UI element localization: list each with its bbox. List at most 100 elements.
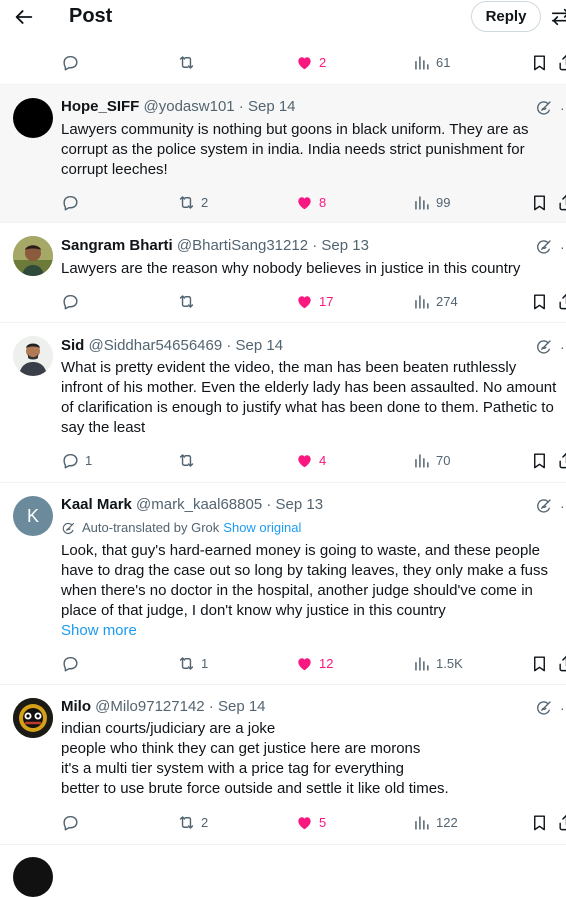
display-name[interactable]: Sid bbox=[61, 337, 84, 354]
avatar[interactable] bbox=[13, 698, 53, 738]
display-name[interactable]: Sangram Bharti bbox=[61, 237, 173, 254]
views-action[interactable]: 1.5K bbox=[412, 653, 463, 673]
tweet-date[interactable]: Sep 14 bbox=[248, 98, 296, 115]
avatar[interactable]: K bbox=[13, 496, 53, 536]
reply-action[interactable]: 1 bbox=[61, 450, 92, 470]
views-action[interactable]: 274 bbox=[412, 291, 458, 311]
more-icon[interactable]: · bbox=[560, 240, 566, 254]
repost-action[interactable] bbox=[177, 291, 196, 311]
share-action[interactable] bbox=[557, 653, 566, 673]
grok-icon[interactable] bbox=[535, 238, 553, 256]
display-name[interactable]: Hope_SIFF bbox=[61, 98, 139, 115]
avatar[interactable] bbox=[13, 857, 53, 897]
like-action[interactable]: 4 bbox=[295, 450, 326, 470]
views-action[interactable]: 70 bbox=[412, 450, 450, 470]
tweet-date[interactable]: Sep 14 bbox=[236, 337, 284, 354]
like-action[interactable]: 17 bbox=[295, 291, 333, 311]
like-icon bbox=[295, 53, 314, 72]
avatar[interactable] bbox=[13, 336, 53, 376]
like-action[interactable]: 8 bbox=[295, 192, 326, 212]
reply-tweet-partial[interactable] bbox=[0, 844, 566, 897]
like-count: 12 bbox=[319, 655, 334, 671]
bookmark-icon bbox=[530, 813, 549, 832]
back-arrow-icon[interactable] bbox=[13, 6, 35, 28]
share-action[interactable] bbox=[557, 450, 566, 470]
views-action[interactable]: 99 bbox=[412, 192, 450, 212]
reply-button[interactable]: Reply bbox=[471, 1, 541, 32]
filter-icon[interactable] bbox=[550, 6, 566, 28]
tweet-date[interactable]: Sep 13 bbox=[321, 237, 369, 254]
bookmark-action[interactable] bbox=[530, 52, 549, 72]
tweet-date[interactable]: Sep 14 bbox=[218, 698, 266, 715]
more-icon[interactable]: · bbox=[560, 340, 566, 354]
repost-action[interactable] bbox=[177, 450, 196, 470]
views-action[interactable]: 61 bbox=[412, 52, 450, 72]
show-original-link[interactable]: Show original bbox=[223, 519, 301, 537]
show-more-link[interactable]: Show more bbox=[61, 621, 137, 641]
reply-action[interactable] bbox=[61, 653, 80, 673]
like-action[interactable]: 5 bbox=[295, 812, 326, 832]
grok-icon[interactable] bbox=[535, 99, 553, 117]
repost-icon bbox=[177, 451, 196, 470]
bookmark-action[interactable] bbox=[530, 450, 549, 470]
main-post-actions: 2 61 bbox=[0, 52, 566, 72]
like-action[interactable]: 2 bbox=[295, 52, 326, 72]
user-handle[interactable]: @Siddhar54656469 bbox=[89, 337, 223, 354]
bookmark-icon bbox=[530, 193, 549, 212]
display-name[interactable]: Kaal Mark bbox=[61, 496, 132, 513]
reply-action[interactable] bbox=[61, 291, 80, 311]
views-icon bbox=[412, 654, 431, 673]
share-action[interactable] bbox=[557, 291, 566, 311]
like-action[interactable]: 12 bbox=[295, 653, 333, 673]
like-icon bbox=[295, 193, 314, 212]
display-name[interactable]: Milo bbox=[61, 698, 91, 715]
user-handle[interactable]: @Milo97127142 bbox=[95, 698, 204, 715]
bookmark-action[interactable] bbox=[530, 812, 549, 832]
more-icon[interactable]: · bbox=[560, 701, 566, 715]
repost-action[interactable]: 2 bbox=[177, 812, 208, 832]
like-icon bbox=[295, 813, 314, 832]
reply-action[interactable] bbox=[61, 192, 80, 212]
reply-action[interactable] bbox=[61, 52, 80, 72]
share-icon bbox=[557, 654, 566, 673]
share-icon bbox=[557, 193, 566, 212]
tweet-date[interactable]: Sep 13 bbox=[276, 496, 324, 513]
repost-action[interactable] bbox=[177, 52, 196, 72]
grok-icon[interactable] bbox=[535, 699, 553, 717]
reply-tweet[interactable]: Milo @Milo97127142 · Sep 14 · indian cou… bbox=[0, 684, 566, 845]
user-handle[interactable]: @mark_kaal68805 bbox=[136, 496, 262, 513]
views-count: 122 bbox=[436, 814, 458, 830]
reply-count: 1 bbox=[85, 452, 93, 468]
reply-tweet[interactable]: K Kaal Mark @mark_kaal68805 · Sep 13 · A… bbox=[0, 482, 566, 685]
grok-icon[interactable] bbox=[535, 497, 553, 515]
share-action[interactable] bbox=[557, 52, 566, 72]
more-icon[interactable]: · bbox=[560, 499, 566, 513]
reply-icon bbox=[61, 451, 80, 470]
views-count: 99 bbox=[436, 194, 451, 210]
tweet-header: Sangram Bharti @BhartiSang31212 · Sep 13 bbox=[61, 237, 369, 254]
repost-count: 1 bbox=[201, 655, 209, 671]
bookmark-action[interactable] bbox=[530, 653, 549, 673]
tweet-header: Hope_SIFF @yodasw101 · Sep 14 bbox=[61, 98, 296, 115]
share-action[interactable] bbox=[557, 812, 566, 832]
tweet-text: What is pretty evident the video, the ma… bbox=[61, 359, 557, 436]
more-icon[interactable]: · bbox=[560, 101, 566, 115]
grok-icon[interactable] bbox=[535, 338, 553, 356]
repost-action[interactable]: 2 bbox=[177, 192, 208, 212]
user-handle[interactable]: @yodasw101 bbox=[144, 98, 235, 115]
share-action[interactable] bbox=[557, 192, 566, 212]
repost-action[interactable]: 1 bbox=[177, 653, 208, 673]
views-action[interactable]: 122 bbox=[412, 812, 458, 832]
user-handle[interactable]: @BhartiSang31212 bbox=[177, 237, 308, 254]
reply-action[interactable] bbox=[61, 812, 80, 832]
reply-tweet[interactable]: Sid @Siddhar54656469 · Sep 14 · What is … bbox=[0, 322, 566, 483]
bookmark-action[interactable] bbox=[530, 291, 549, 311]
reply-tweet[interactable]: Sangram Bharti @BhartiSang31212 · Sep 13… bbox=[0, 222, 566, 323]
share-icon bbox=[557, 813, 566, 832]
reply-tweet[interactable]: Hope_SIFF @yodasw101 · Sep 14 · Lawyers … bbox=[0, 84, 566, 223]
avatar[interactable] bbox=[13, 98, 53, 138]
tweet-actions: 2 5 122 bbox=[0, 812, 566, 832]
repost-icon bbox=[177, 292, 196, 311]
bookmark-action[interactable] bbox=[530, 192, 549, 212]
avatar[interactable] bbox=[13, 236, 53, 276]
